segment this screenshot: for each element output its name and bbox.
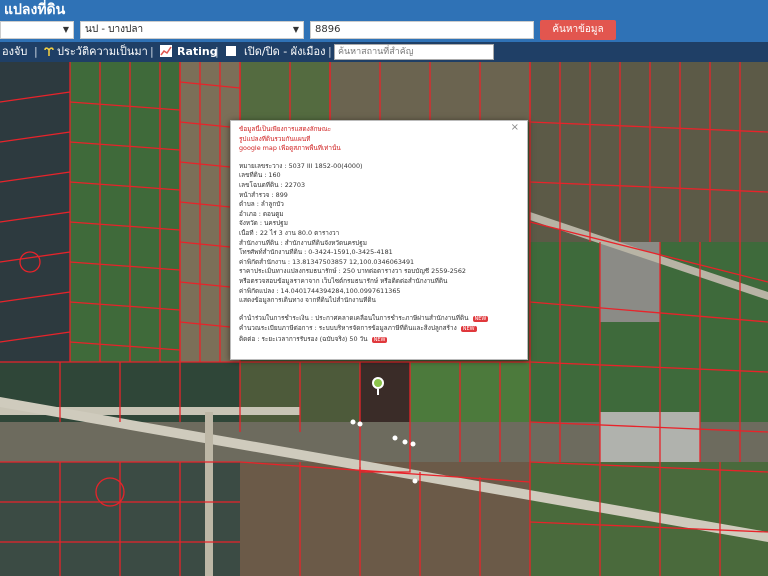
toolbar-item-pin[interactable]: องจับ: [2, 44, 27, 60]
chevron-down-icon: ▼: [62, 25, 69, 34]
place-search-input[interactable]: ค้นหาสถานที่สำคัญ: [334, 44, 494, 60]
popup-field: เนื้อที่ : 22 ไร่ 3 งาน 80.0 ตารางวา: [239, 228, 340, 237]
toolbar-item-history[interactable]: ประวัติความเป็นมา: [57, 44, 148, 60]
popup-extra-line[interactable]: ติดต่อ : ระยะเวลาการรับรอง (ฉบับจริง) 50…: [239, 335, 519, 346]
popup-field-link[interactable]: หรือตรวจสอบข้อมูลราคาจาก เว็บไซต์กรมธนาร…: [239, 277, 519, 287]
search-bar: ▼ นป - บางปลา ▼ 8896 ค้นหาข้อมูล: [0, 20, 768, 42]
popup-extra-line[interactable]: คำนวณระเบียบภาษีต่อการ : ระบบบริหารจัดกา…: [239, 324, 519, 335]
toolbar-item-rating[interactable]: Rating: [177, 44, 218, 60]
history-icon: [43, 44, 55, 60]
popup-extra-text: คำนวณระเบียบภาษีต่อการ : ระบบบริหารจัดกา…: [239, 324, 457, 333]
parcel-info-popup: × ข้อมูลนี้เป็นเพียงการแสดงลักษณะ รูปแปล…: [230, 120, 528, 360]
toolbar-separator: |: [328, 45, 332, 58]
popup-field: ตำบล : ลำลูกบัว: [239, 200, 284, 209]
province-select[interactable]: ▼: [0, 21, 74, 39]
popup-warning-line: ข้อมูลนี้เป็นเพียงการแสดงลักษณะ: [239, 125, 332, 133]
new-badge: NEW: [371, 336, 388, 343]
popup-extra-text: คำนำร่วมในการชำระเงิน : ประกาศคลาดเคลื่อ…: [239, 313, 469, 322]
toolbar-item-cityplan[interactable]: เปิด/ปิด - ผังเมือง: [244, 44, 326, 60]
new-badge: NEW: [472, 315, 489, 322]
popup-field: หน้าสำรวจ : 899: [239, 190, 288, 199]
popup-field: จังหวัด : นครปฐม: [239, 219, 288, 228]
chevron-down-icon: ▼: [292, 25, 299, 34]
map-pin-icon[interactable]: [372, 377, 384, 389]
popup-field-link[interactable]: แสดงข้อมูลการเดินทาง จากที่ดินไปสำนักงาน…: [239, 296, 519, 306]
page-title: แปลงที่ดิน: [4, 2, 66, 18]
toolbar-separator: |: [150, 45, 154, 58]
new-badge: NEW: [460, 326, 477, 333]
amphoe-select[interactable]: นป - บางปลา ▼: [80, 21, 304, 39]
search-button[interactable]: ค้นหาข้อมูล: [540, 20, 616, 40]
popup-field: ราคาประเมินทางแปลงกรมธนารักษ์ : 250 บาทต…: [239, 267, 467, 276]
popup-extra-text: ติดต่อ : ระยะเวลาการรับรอง (ฉบับจริง) 50…: [239, 334, 368, 343]
chart-icon: [160, 44, 172, 60]
layer-icon: [226, 44, 236, 60]
close-icon[interactable]: ×: [511, 123, 519, 133]
toolbar-separator: |: [215, 45, 219, 58]
amphoe-select-value: นป - บางปลา: [85, 24, 144, 35]
popup-warning-line: รูปแปลงที่ดินรวมกันแผนที่: [239, 134, 311, 143]
popup-extra-line[interactable]: คำนำร่วมในการชำระเงิน : ประกาศคลาดเคลื่อ…: [239, 314, 519, 325]
header-bar: แปลงที่ดิน: [0, 0, 768, 20]
popup-field: อำเภอ : ดอนตูม: [239, 209, 284, 218]
toolbar-separator: |: [34, 45, 38, 58]
popup-field-link[interactable]: ค่าพิกัดสำนักงาน : 13.81347503857 12,100…: [239, 258, 519, 268]
popup-warning-line: google map เพื่อดูสภาพพื้นที่เท่านั้น: [239, 144, 341, 153]
popup-field-link[interactable]: ค่าพิกัดแปลง : 14.0401744394284,100.0997…: [239, 287, 519, 297]
parcel-number-input[interactable]: 8896: [310, 21, 534, 39]
popup-field: เลขที่ดิน : 160: [239, 171, 281, 180]
map-toolbar: องจับ | ประวัติความเป็นมา | Rating | เปิ…: [0, 42, 768, 62]
popup-field: เลขโฉนดที่ดิน : 22703: [239, 180, 306, 189]
popup-field: สำนักงานที่ดิน : สำนักงานที่ดินจังหวัดนค…: [239, 238, 367, 247]
map-pin-tail: [377, 389, 379, 395]
popup-field: โทรศัพท์สำนักงานที่ดิน : 0-3424-1591,0-3…: [239, 248, 393, 257]
popup-field: หมายเลขระวาง : 5037 III 1852-00(4000): [239, 161, 363, 170]
